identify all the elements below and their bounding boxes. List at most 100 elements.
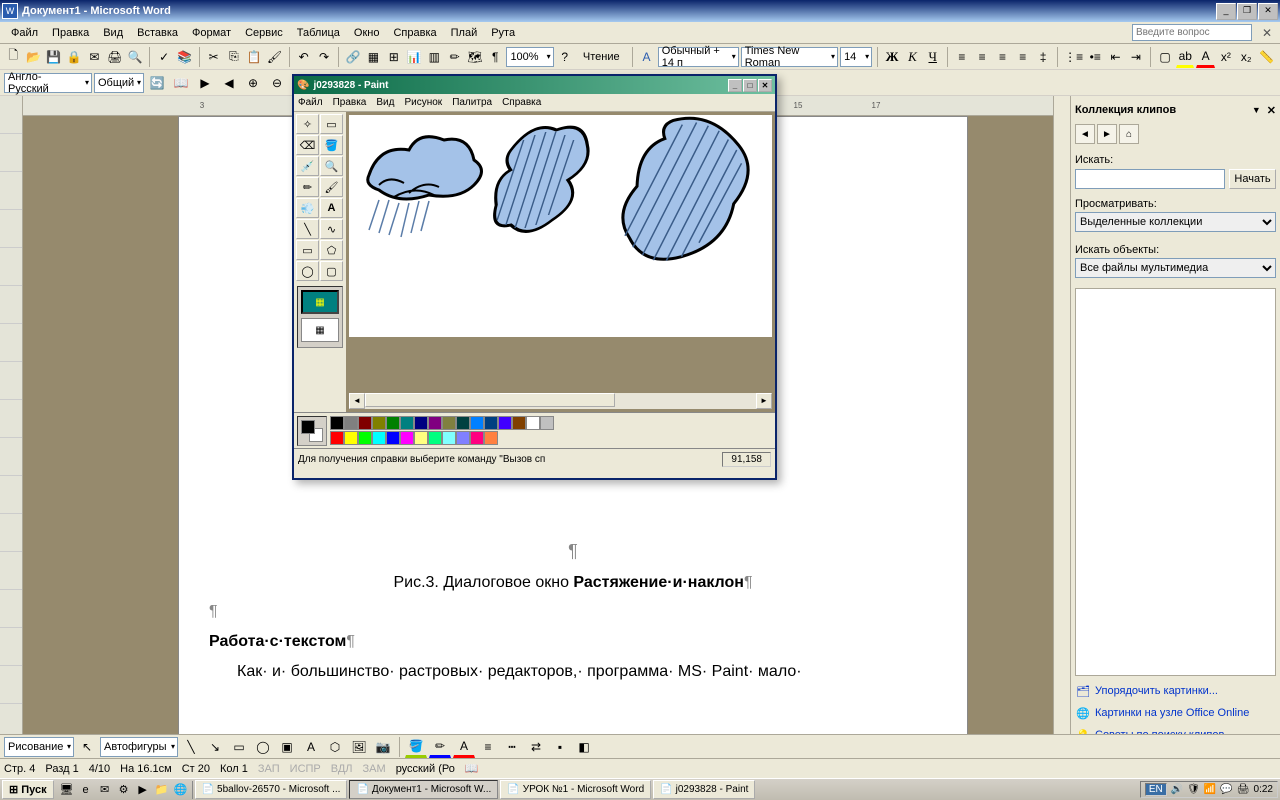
tray-icon-5[interactable]: 🖨 (1237, 784, 1250, 795)
scroll-right-icon[interactable]: ► (756, 393, 772, 409)
paint-menu-image[interactable]: Рисунок (404, 97, 442, 108)
color-swatch[interactable] (484, 431, 498, 445)
ql-app1-icon[interactable]: ⚙ (115, 781, 133, 799)
color-swatch[interactable] (442, 431, 456, 445)
color-swatch[interactable] (498, 416, 512, 430)
color-swatch[interactable] (344, 431, 358, 445)
open-icon[interactable]: 📂 (24, 46, 42, 68)
menu-play[interactable]: Плай (444, 25, 485, 41)
color-swatch[interactable] (358, 416, 372, 430)
tray-icon-2[interactable]: 🛡 (1187, 784, 1200, 795)
numbering-icon[interactable]: ⋮≡ (1063, 46, 1084, 68)
freeform-select-icon[interactable]: ✧ (296, 114, 319, 134)
dash-style-icon[interactable]: ┅ (501, 736, 523, 758)
xlat-icon-3[interactable]: ▶ (194, 72, 216, 94)
menu-view[interactable]: Вид (96, 25, 130, 41)
ellipse-icon[interactable]: ◯ (296, 261, 319, 281)
pencil-icon[interactable]: ✏ (296, 177, 319, 197)
shadow-icon[interactable]: ▪ (549, 736, 571, 758)
hyperlink-icon[interactable]: 🔗 (344, 46, 362, 68)
superscript-icon[interactable]: x² (1217, 46, 1235, 68)
fill-icon[interactable]: 🪣 (320, 135, 343, 155)
styles-pane-icon[interactable]: A (637, 46, 655, 68)
color-swatch[interactable] (428, 431, 442, 445)
insert-table-icon[interactable]: ⊞ (385, 46, 403, 68)
tray-icon-1[interactable]: 🔊 (1171, 784, 1183, 795)
draw-oval-icon[interactable]: ◯ (252, 736, 274, 758)
translate-icon[interactable]: 🔄 (146, 72, 168, 94)
clipart-icon[interactable]: 🖼 (348, 736, 370, 758)
color-swatch[interactable] (330, 416, 344, 430)
color-swatch[interactable] (470, 431, 484, 445)
paint-hscrollbar[interactable]: ◄ ► (349, 393, 772, 409)
color-swatch[interactable] (414, 431, 428, 445)
permission-icon[interactable]: 🔒 (65, 46, 83, 68)
menu-file[interactable]: Файл (4, 25, 45, 41)
scroll-left-icon[interactable]: ◄ (349, 393, 365, 409)
taskbar-button[interactable]: 📄j0293828 - Paint (653, 780, 755, 799)
tray-icon-4[interactable]: 💬 (1220, 784, 1232, 795)
doc-close-icon[interactable]: ✕ (1258, 26, 1276, 40)
airbrush-icon[interactable]: 💨 (296, 198, 319, 218)
eyedropper-icon[interactable]: 💉 (296, 156, 319, 176)
paste-icon[interactable]: 📋 (245, 46, 263, 68)
new-doc-icon[interactable]: 🗋 (4, 46, 22, 68)
print-preview-icon[interactable]: 🔍 (126, 46, 144, 68)
copy-icon[interactable]: ⎘ (225, 46, 243, 68)
paint-close-button[interactable]: ✕ (758, 79, 772, 92)
paint-menu-palette[interactable]: Палитра (452, 97, 492, 108)
draw-menu[interactable]: Рисование (4, 737, 74, 757)
pane-home-icon[interactable]: ⌂ (1119, 124, 1139, 144)
color-swatch[interactable] (512, 416, 526, 430)
color-swatch[interactable] (540, 416, 554, 430)
langpair-combo[interactable]: Англо-Русский (4, 73, 92, 93)
paint-window[interactable]: 🎨 j0293828 - Paint _ □ ✕ Файл Правка Вид… (292, 74, 777, 480)
select-objects-icon[interactable]: ↖ (76, 736, 98, 758)
menu-tools[interactable]: Сервис (238, 25, 290, 41)
text-icon[interactable]: A (320, 198, 343, 218)
eraser-icon[interactable]: ⌫ (296, 135, 319, 155)
line-color-icon[interactable]: ✏ (429, 736, 451, 758)
excel-icon[interactable]: 📊 (405, 46, 423, 68)
ql-app3-icon[interactable]: 📁 (153, 781, 171, 799)
font-combo[interactable]: Times New Roman (741, 47, 838, 67)
line-spacing-icon[interactable]: ‡ (1034, 46, 1052, 68)
read-mode-button[interactable]: Чтение (576, 46, 627, 68)
redo-icon[interactable]: ↷ (315, 46, 333, 68)
email-icon[interactable]: ✉ (85, 46, 103, 68)
color-swatch[interactable] (386, 416, 400, 430)
magnifier-icon[interactable]: 🔍 (320, 156, 343, 176)
xlat-icon-6[interactable]: ⊖ (266, 72, 288, 94)
xlat-icon-4[interactable]: ◀ (218, 72, 240, 94)
italic-button[interactable]: К (903, 46, 921, 68)
ruler-icon[interactable]: 📏 (1257, 46, 1275, 68)
color-swatch[interactable] (330, 431, 344, 445)
subscript-icon[interactable]: x₂ (1237, 46, 1255, 68)
menu-insert[interactable]: Вставка (130, 25, 185, 41)
menu-table[interactable]: Таблица (290, 25, 347, 41)
increase-indent-icon[interactable]: ⇥ (1127, 46, 1145, 68)
justify-icon[interactable]: ≡ (1014, 46, 1032, 68)
bold-button[interactable]: Ж (883, 46, 901, 68)
docmap-icon[interactable]: 🗺 (466, 46, 484, 68)
undo-icon[interactable]: ↶ (295, 46, 313, 68)
paint-menu-file[interactable]: Файл (298, 97, 323, 108)
close-button[interactable]: ✕ (1258, 3, 1278, 20)
3d-icon[interactable]: ◧ (573, 736, 595, 758)
office-online-link[interactable]: 🌐Картинки на узле Office Online (1075, 702, 1276, 724)
taskbar-button[interactable]: 📄Документ1 - Microsoft W... (349, 780, 498, 799)
pane-back-icon[interactable]: ◄ (1075, 124, 1095, 144)
ql-outlook-icon[interactable]: ✉ (96, 781, 114, 799)
picture-icon[interactable]: 📷 (372, 736, 394, 758)
show-hide-icon[interactable]: ¶ (486, 46, 504, 68)
print-icon[interactable]: 🖨 (106, 46, 124, 68)
help-search-input[interactable] (1132, 24, 1252, 41)
color-swatch[interactable] (400, 416, 414, 430)
draw-arrow-icon[interactable]: ↘ (204, 736, 226, 758)
rounded-rect-icon[interactable]: ▢ (320, 261, 343, 281)
pane-close-icon[interactable]: ✕ (1267, 104, 1276, 117)
tray-clock[interactable]: 0:22 (1254, 784, 1273, 795)
arrow-style-icon[interactable]: ⇄ (525, 736, 547, 758)
color-swatch[interactable] (442, 416, 456, 430)
ql-app2-icon[interactable]: ▶ (134, 781, 152, 799)
